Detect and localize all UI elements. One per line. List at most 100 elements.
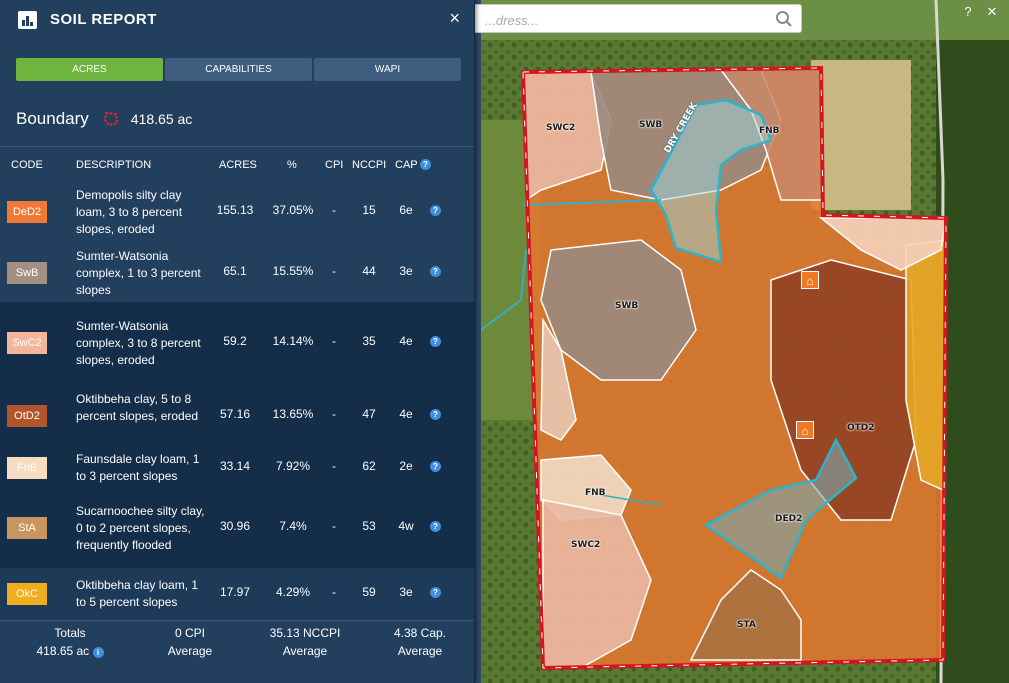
soil-acres: 33.14 xyxy=(210,459,260,473)
soil-cap: 6e xyxy=(392,203,420,217)
soil-cpi: - xyxy=(324,585,344,599)
close-panel-button[interactable]: × xyxy=(449,8,460,29)
soil-code-swatch: StA xyxy=(7,517,47,539)
soil-cpi: - xyxy=(324,203,344,217)
soil-percent: 37.05% xyxy=(268,203,318,217)
tab-acres[interactable]: ACRES xyxy=(16,58,163,81)
tab-capabilities[interactable]: CAPABILITIES xyxy=(165,58,312,81)
map-label-swc2: SWC2 xyxy=(571,540,600,550)
help-icon[interactable]: ? xyxy=(430,587,441,598)
help-icon[interactable]: ? xyxy=(430,205,441,216)
help-icon[interactable]: ? xyxy=(959,4,977,22)
soil-percent: 15.55% xyxy=(268,264,318,278)
soil-code-swatch: SwB xyxy=(7,262,47,284)
home-icon[interactable]: ⌂ xyxy=(801,271,819,289)
map-label-ded2: DED2 xyxy=(775,514,802,524)
soil-cap: 2e xyxy=(392,459,420,473)
col-description: DESCRIPTION xyxy=(76,159,151,171)
table-row[interactable]: StA Sucarnoochee silty clay, 0 to 2 perc… xyxy=(0,488,474,568)
col-code: CODE xyxy=(11,159,43,171)
boundary-acres: 418.65 ac xyxy=(131,111,193,127)
table-row[interactable]: OtD2 Oktibbeha clay, 5 to 8 percent slop… xyxy=(0,384,474,448)
col-acres: ACRES xyxy=(219,159,257,171)
table-row[interactable]: DeD2 Demopolis silty clay loam, 3 to 8 p… xyxy=(0,180,474,244)
soil-description: Sucarnoochee silty clay, 0 to 2 percent … xyxy=(76,503,206,554)
soil-code-swatch: FnB xyxy=(7,457,47,479)
soil-percent: 7.92% xyxy=(268,459,318,473)
map-label-fnb: FNB xyxy=(585,488,606,498)
soil-acres: 155.13 xyxy=(210,203,260,217)
boundary-summary: Boundary 418.65 ac xyxy=(16,107,192,131)
soil-cap: 4e xyxy=(392,407,420,421)
help-icon[interactable]: ? xyxy=(430,461,441,472)
soil-cpi: - xyxy=(324,519,344,533)
panel-header: SOIL REPORT × xyxy=(0,0,474,40)
soil-description: Oktibbeha clay loam, 1 to 5 percent slop… xyxy=(76,577,206,611)
soil-description: Faunsdale clay loam, 1 to 3 percent slop… xyxy=(76,451,206,485)
soil-acres: 65.1 xyxy=(210,264,260,278)
soil-cap: 4e xyxy=(392,334,420,348)
soil-acres: 17.97 xyxy=(210,585,260,599)
map-toolbar: ? ✕ xyxy=(959,4,1001,22)
map-view[interactable]: SWC2 SWB FNB DRY CREEK SWB OTD2 FNB DED2… xyxy=(481,0,1009,683)
help-icon[interactable]: i xyxy=(93,647,104,658)
soil-acres: 57.16 xyxy=(210,407,260,421)
help-icon[interactable]: ? xyxy=(430,521,441,532)
close-icon[interactable]: ✕ xyxy=(983,4,1001,22)
map-label-swc2: SWC2 xyxy=(546,123,575,133)
search-input[interactable] xyxy=(483,10,767,30)
table-row[interactable]: FnB Faunsdale clay loam, 1 to 3 percent … xyxy=(0,448,474,488)
soil-acres: 30.96 xyxy=(210,519,260,533)
col-nccpi: NCCPI xyxy=(352,159,386,171)
soil-nccpi: 62 xyxy=(354,459,384,473)
boundary-shape-icon xyxy=(103,111,119,127)
soil-cpi: - xyxy=(324,334,344,348)
soil-cpi: - xyxy=(324,459,344,473)
map-label-otd2: OTD2 xyxy=(847,423,875,433)
help-icon[interactable]: ? xyxy=(430,266,441,277)
col-cap: CAP xyxy=(395,159,418,171)
tab-wapi[interactable]: WAPI xyxy=(314,58,461,81)
soil-cap: 3e xyxy=(392,585,420,599)
soil-acres: 59.2 xyxy=(210,334,260,348)
address-search-box[interactable] xyxy=(470,4,802,33)
table-row[interactable]: SwC2 Sumter-Watsonia complex, 3 to 8 per… xyxy=(0,302,474,384)
totals-acres: 418.65 ac xyxy=(36,644,89,658)
soil-cpi: - xyxy=(324,264,344,278)
help-icon[interactable]: ? xyxy=(430,336,441,347)
table-row[interactable]: OkC Oktibbeha clay loam, 1 to 5 percent … xyxy=(0,568,474,620)
bar-chart-icon xyxy=(18,11,37,29)
soil-nccpi: 53 xyxy=(354,519,384,533)
soil-code-swatch: OtD2 xyxy=(7,405,47,427)
totals-nccpi: 35.13 NCCPI xyxy=(255,624,355,642)
home-icon[interactable]: ⌂ xyxy=(796,421,814,439)
boundary-label: Boundary xyxy=(16,109,89,129)
soil-description: Oktibbeha clay, 5 to 8 percent slopes, e… xyxy=(76,391,206,425)
totals-nccpi-sub: Average xyxy=(255,642,355,660)
map-label-swb: SWB xyxy=(615,301,638,311)
soil-cap: 3e xyxy=(392,264,420,278)
map-label-sta: STA xyxy=(737,620,756,630)
map-label-fnb: FNB xyxy=(759,126,780,136)
map-canvas[interactable] xyxy=(481,0,1009,683)
soil-description: Sumter-Watsonia complex, 1 to 3 percent … xyxy=(76,248,206,299)
soil-description: Demopolis silty clay loam, 3 to 8 percen… xyxy=(76,187,206,238)
totals-cpi-sub: Average xyxy=(150,642,230,660)
soil-code-swatch: DeD2 xyxy=(7,201,47,223)
search-icon[interactable] xyxy=(775,10,793,28)
soil-nccpi: 44 xyxy=(354,264,384,278)
soil-report-panel: SOIL REPORT × ACRES CAPABILITIES WAPI Bo… xyxy=(0,0,475,683)
soil-percent: 7.4% xyxy=(268,519,318,533)
col-percent: % xyxy=(287,159,297,171)
soil-nccpi: 15 xyxy=(354,203,384,217)
soil-nccpi: 59 xyxy=(354,585,384,599)
totals-row: Totals 418.65 ac i 0 CPI Average 35.13 N… xyxy=(0,620,474,662)
table-row[interactable]: SwB Sumter-Watsonia complex, 1 to 3 perc… xyxy=(0,244,474,302)
panel-title: SOIL REPORT xyxy=(50,11,157,28)
soil-cap: 4w xyxy=(392,519,420,533)
panel-footer xyxy=(0,660,474,683)
help-icon[interactable]: ? xyxy=(420,159,431,170)
help-icon[interactable]: ? xyxy=(430,409,441,420)
soil-code-swatch: OkC xyxy=(7,583,47,605)
soil-cpi: - xyxy=(324,407,344,421)
